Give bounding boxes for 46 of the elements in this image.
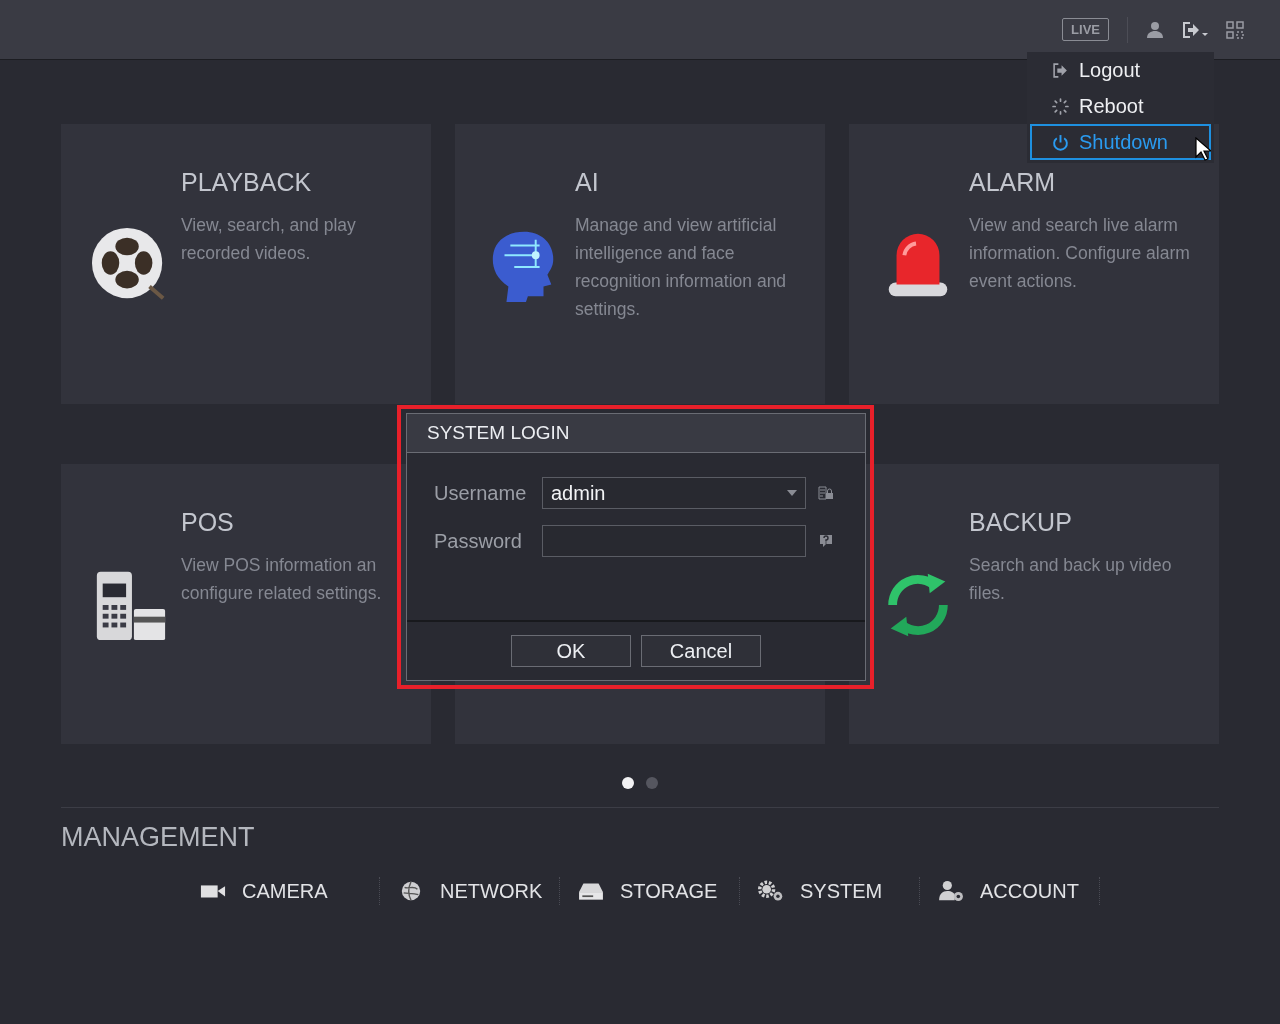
tile-title: BACKUP xyxy=(969,508,1073,537)
qr-code-icon[interactable] xyxy=(1226,20,1244,39)
hard-drive-icon xyxy=(578,880,604,902)
field-label: Username xyxy=(434,481,528,505)
management-link[interactable]: NETWORK xyxy=(380,877,560,905)
help-icon[interactable] xyxy=(818,534,834,548)
logout-icon xyxy=(1052,61,1069,79)
dialog-button[interactable]: OK xyxy=(511,635,631,667)
user-settings-icon xyxy=(938,880,964,902)
logout-icon[interactable] xyxy=(1182,20,1208,39)
user-icon[interactable] xyxy=(1146,20,1164,39)
live-button[interactable]: LIVE xyxy=(1062,18,1109,41)
field-label: Password xyxy=(434,529,523,553)
tile-card[interactable]: PLAYBACK View, search, and play recorded videos. xyxy=(61,124,431,404)
tile-description: Search and back up video files. xyxy=(969,554,1173,605)
username-dropdown[interactable]: admin xyxy=(542,477,806,509)
tile-description: View POS information an configure related settings. xyxy=(181,554,383,605)
loading-icon xyxy=(1052,97,1069,115)
menu-item[interactable]: Logout xyxy=(1030,52,1211,88)
page-dot[interactable] xyxy=(646,777,658,789)
menu-item[interactable]: Reboot xyxy=(1030,88,1211,124)
tile-description: Manage and view artificial intelligence and face recognition information and settings. xyxy=(575,214,788,321)
dialog-button[interactable]: Cancel xyxy=(641,635,761,667)
section-title: MANAGEMENT xyxy=(61,807,1219,853)
management-link[interactable]: SYSTEM xyxy=(740,877,920,905)
management-link[interactable]: STORAGE xyxy=(560,877,740,905)
tile-title: POS xyxy=(181,508,235,537)
management-link[interactable]: ACCOUNT xyxy=(920,877,1100,905)
tile-title: AI xyxy=(575,168,600,197)
tile-card[interactable]: AI Manage and view artificial intelligence and face recognition information and settings. xyxy=(455,124,825,404)
password-field[interactable] xyxy=(542,525,806,557)
tile-description: View, search, and play recorded videos. xyxy=(181,214,357,265)
tile-card[interactable]: POS View POS information an configure related settings. xyxy=(61,464,431,744)
tile-description: View and search live alarm information. Configure alarm event actions. xyxy=(969,214,1191,293)
gears-icon xyxy=(758,880,784,902)
tile-card[interactable]: BACKUP Search and back up video files. xyxy=(849,464,1219,744)
page-dot[interactable] xyxy=(622,777,634,789)
menu-item[interactable]: Shutdown xyxy=(1030,124,1211,160)
caret-icon xyxy=(787,490,797,496)
tile-title: ALARM xyxy=(969,168,1057,197)
dialog-title: SYSTEM LOGIN xyxy=(407,414,865,453)
tile-title: PLAYBACK xyxy=(181,168,313,197)
power-icon xyxy=(1052,133,1069,151)
lock-list-icon[interactable] xyxy=(818,486,834,500)
management-link[interactable]: CAMERA xyxy=(200,877,380,905)
mouse-pointer-icon xyxy=(1195,137,1211,161)
